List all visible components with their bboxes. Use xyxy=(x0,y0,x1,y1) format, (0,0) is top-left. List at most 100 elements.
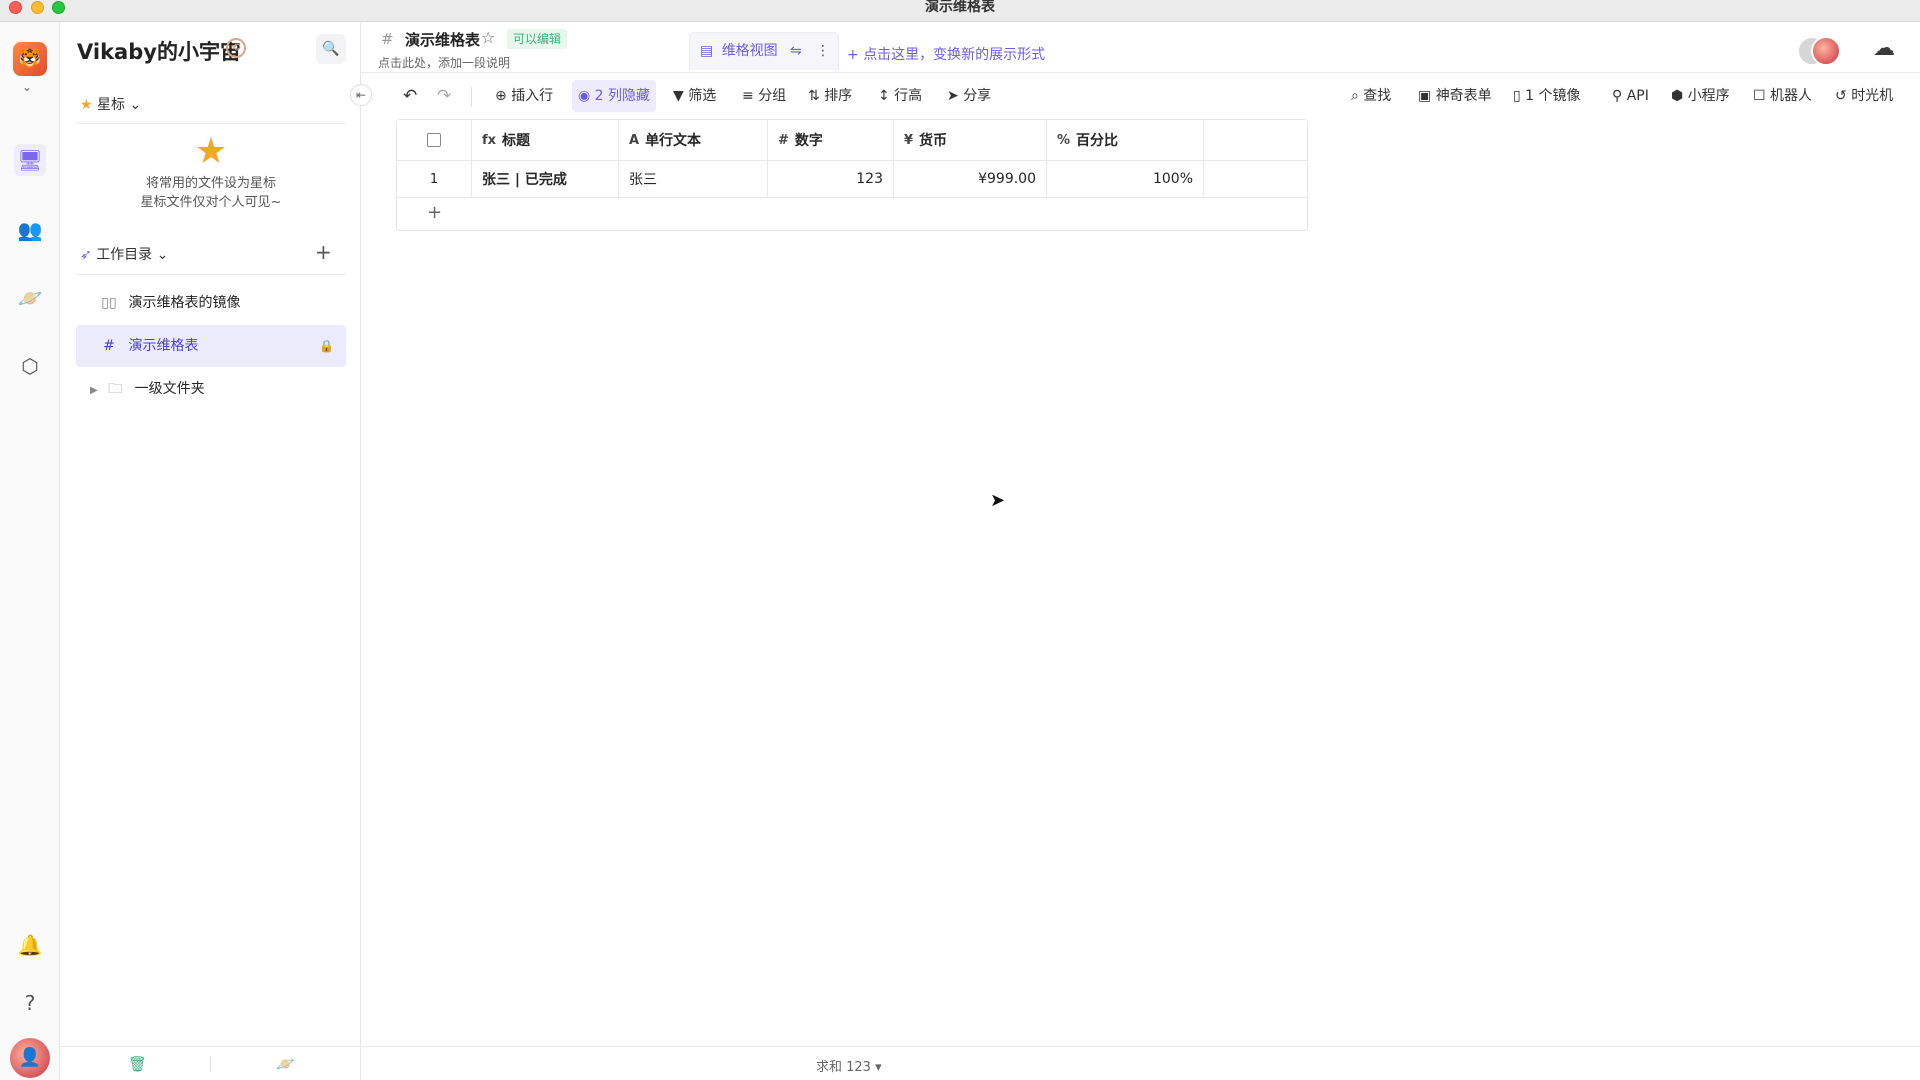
chevron-down-icon: ⌄ xyxy=(129,97,142,113)
column-header-label: 货币 xyxy=(919,133,948,149)
column-header-label: 数字 xyxy=(794,133,823,149)
history-icon: ↺ xyxy=(1835,88,1852,104)
time-machine-button[interactable]: ↺ 时光机 xyxy=(1829,80,1899,112)
doc-description[interactable]: 点击此处，添加一段说明 xyxy=(378,54,510,71)
grid-view-icon: ▤ xyxy=(700,43,714,59)
text-field-icon: A xyxy=(629,132,640,148)
table-cell[interactable]: 123 xyxy=(768,161,894,197)
column-header-currency[interactable]: ¥ 货币 xyxy=(894,120,1047,160)
settings-hexagon-icon[interactable]: ⬡ xyxy=(14,350,46,382)
redo-icon[interactable]: ↷ xyxy=(431,80,457,112)
user-avatar[interactable]: 👤 xyxy=(10,1038,50,1078)
insert-row-button[interactable]: ⊕ 插入行 xyxy=(489,80,559,112)
add-column-area[interactable] xyxy=(1204,120,1307,160)
column-header-percent[interactable]: % 百分比 xyxy=(1047,120,1204,160)
widget-button[interactable]: ⬢ 小程序 xyxy=(1665,80,1736,112)
sort-icon: ⇅ xyxy=(808,88,825,104)
toolbar: ↶ ↷ ⊕ 插入行 ◉ 2 列隐藏 ▼ 筛选 ≡ 分组 ⇅ 排序 ↕ 行高 ➤ … xyxy=(361,80,1920,116)
formula-icon: fx xyxy=(482,132,497,148)
statistics-bar: 求和 123 ▾ xyxy=(361,1046,1920,1080)
row-height-label: 行高 xyxy=(894,88,923,104)
bell-icon[interactable]: 🔔 xyxy=(14,929,46,961)
mirror-icon: ▯ xyxy=(1513,88,1526,104)
planet-icon[interactable]: 🪐 xyxy=(14,282,46,314)
contacts-icon[interactable]: 👥 xyxy=(14,214,46,246)
star-section-toggle[interactable]: ★ 星标 ⌄ xyxy=(80,94,141,114)
magic-form-button[interactable]: ▣ 神奇表单 xyxy=(1412,80,1498,112)
mirror-button[interactable]: ▯ 1 个镜像 xyxy=(1507,80,1587,112)
column-header-number[interactable]: # 数字 xyxy=(768,120,894,160)
group-button[interactable]: ≡ 分组 xyxy=(736,80,792,112)
chevron-down-icon[interactable]: ⌄ xyxy=(22,80,32,94)
table-row[interactable]: 1 张三 | 已完成 张三 123 ¥999.00 100% xyxy=(397,161,1307,198)
planet-icon[interactable]: 🪐 xyxy=(276,1055,295,1073)
sync-icon[interactable]: ⇋ xyxy=(790,33,802,69)
table-cell[interactable]: 张三 | 已完成 xyxy=(472,161,619,197)
collaborator-avatar[interactable] xyxy=(1811,36,1841,66)
add-node-button[interactable]: + xyxy=(315,240,332,264)
doc-title[interactable]: 演示维格表 xyxy=(405,29,480,50)
workdir-section-toggle[interactable]: ➶ 工作目录 ⌄ xyxy=(80,244,168,264)
plus-icon: + xyxy=(847,47,864,63)
workdir-section-label: 工作目录 xyxy=(96,247,153,263)
table-cell[interactable]: 张三 xyxy=(619,161,768,197)
hidden-columns-label: 2 列隐藏 xyxy=(594,88,651,104)
plus-circle-icon: ⊕ xyxy=(495,88,512,104)
cloud-sync-icon[interactable]: ☁ xyxy=(1873,36,1895,61)
sidebar-footer: 🗑 🪐 xyxy=(60,1046,361,1080)
undo-icon[interactable]: ↶ xyxy=(397,80,423,112)
window-titlebar: 演示维格表 xyxy=(0,0,1920,22)
tree-item-folder[interactable]: ▶ 🗀 一级文件夹 xyxy=(76,368,346,410)
select-all-checkbox[interactable] xyxy=(397,120,472,160)
tree-item-datasheet[interactable]: # 演示维格表 🔒 xyxy=(76,325,346,367)
space-name[interactable]: Vikaby的小宇宙 xyxy=(77,36,241,66)
mirror-icon: ▯▯ xyxy=(101,295,117,311)
robot-button[interactable]: ☐ 机器人 xyxy=(1747,80,1818,112)
tab-grid-view[interactable]: ▤ 维格视图 ⇋ ⋮ xyxy=(689,32,839,70)
hidden-columns-button[interactable]: ◉ 2 列隐藏 xyxy=(572,80,657,112)
star-empty-line1: 将常用的文件设为星标 xyxy=(145,176,276,191)
rocket-icon: ➶ xyxy=(80,247,92,263)
folder-icon: 🗀 xyxy=(108,381,123,397)
datasheet-grid: fx 标题 A 单行文本 # 数字 ¥ 货币 % 百分比 1 张三 | 已完成 张三 12… xyxy=(396,119,1308,231)
row-height-button[interactable]: ↕ 行高 xyxy=(872,80,928,112)
percent-icon: % xyxy=(1057,132,1071,148)
insert-row-label: 插入行 xyxy=(511,88,554,104)
add-row-plus-icon[interactable]: + xyxy=(427,202,442,223)
tree-item-mirror[interactable]: ▯▯ 演示维格表的镜像 xyxy=(76,282,346,324)
filter-button[interactable]: ▼ 筛选 xyxy=(667,80,722,112)
share-button[interactable]: ➤ 分享 xyxy=(941,80,997,112)
table-cell[interactable]: ¥999.00 xyxy=(894,161,1047,197)
form-icon: ▣ xyxy=(1418,88,1436,104)
more-icon[interactable]: ⋮ xyxy=(816,33,830,69)
row-index[interactable]: 1 xyxy=(397,161,472,197)
sum-statistic[interactable]: 求和 123 ▾ xyxy=(816,1056,882,1075)
send-icon: ➤ xyxy=(947,88,964,104)
space-logo[interactable]: 🐯 xyxy=(13,42,47,76)
column-header-text[interactable]: A 单行文本 xyxy=(619,120,768,160)
star-empty-line2: 星标文件仅对个人可见~ xyxy=(140,195,282,210)
sort-button[interactable]: ⇅ 排序 xyxy=(802,80,858,112)
column-header-title[interactable]: fx 标题 xyxy=(472,120,619,160)
help-icon[interactable]: ? xyxy=(14,987,46,1019)
row-height-icon: ↕ xyxy=(878,88,895,104)
table-cell[interactable]: 100% xyxy=(1047,161,1204,197)
add-row[interactable]: + xyxy=(397,198,1307,231)
sort-label: 排序 xyxy=(824,88,853,104)
filter-label: 筛选 xyxy=(688,88,717,104)
find-button[interactable]: ⌕ 查找 xyxy=(1345,80,1397,112)
trash-icon[interactable]: 🗑 xyxy=(128,1055,147,1073)
column-header-label: 百分比 xyxy=(1076,133,1119,149)
search-icon[interactable]: 🔍 xyxy=(316,34,346,64)
api-button[interactable]: ⚲ API xyxy=(1606,80,1655,112)
checkbox[interactable] xyxy=(427,133,441,147)
robot-icon: ☐ xyxy=(1753,88,1771,104)
caret-right-icon[interactable]: ▶ xyxy=(90,385,98,396)
time-machine-label: 时光机 xyxy=(1851,88,1894,104)
api-label: API xyxy=(1626,88,1649,104)
tree-item-label: 演示维格表的镜像 xyxy=(128,295,241,311)
workbench-icon[interactable]: 🖥 xyxy=(14,144,46,176)
favorite-star-icon[interactable]: ☆ xyxy=(481,28,495,47)
add-view-button[interactable]: + 点击这里，变换新的展示形式 xyxy=(847,44,1045,64)
add-view-label: 点击这里，变换新的展示形式 xyxy=(863,47,1046,63)
